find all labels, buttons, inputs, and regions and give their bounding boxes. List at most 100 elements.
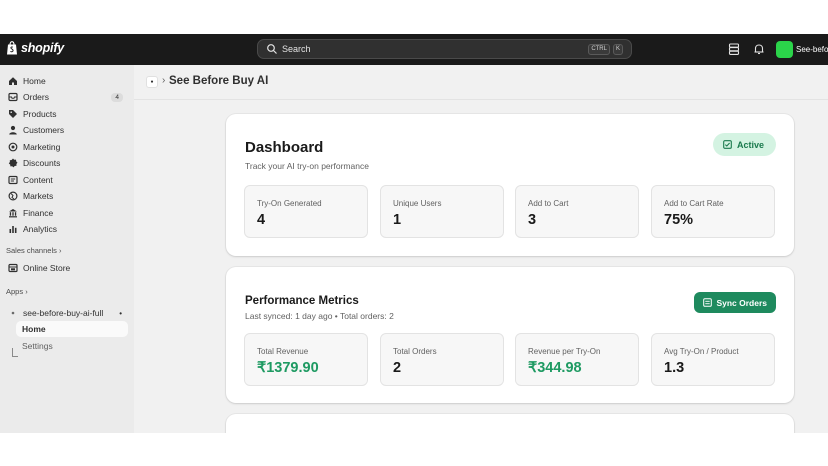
sidebar-item-label: Analytics bbox=[23, 224, 58, 234]
stat-card: Add to Cart Rate 75% bbox=[651, 185, 775, 238]
sidebar-item-label: Content bbox=[23, 175, 53, 185]
stat-value: 1.3 bbox=[664, 360, 685, 376]
breadcrumb-separator-icon: › bbox=[162, 75, 166, 86]
store-name: See-before bbox=[796, 45, 828, 54]
store-icon bbox=[8, 263, 18, 273]
stat-label: Total Revenue bbox=[257, 347, 309, 356]
stack-icon[interactable] bbox=[727, 42, 741, 56]
globe-icon bbox=[8, 191, 18, 201]
stat-card: Total Revenue ₹1379.90 bbox=[244, 333, 368, 386]
sidebar-subitem-label: Settings bbox=[22, 341, 53, 351]
sidebar-item-customers[interactable]: Customers bbox=[3, 122, 127, 138]
chart-icon bbox=[9, 226, 17, 233]
sidebar-item-orders[interactable]: Orders 4 bbox=[3, 89, 127, 105]
stat-label: Revenue per Try-On bbox=[528, 347, 601, 356]
target-icon bbox=[8, 142, 18, 152]
stat-value: ₹1379.90 bbox=[257, 360, 319, 376]
sidebar-subitem-settings[interactable]: Settings bbox=[16, 338, 128, 354]
stat-value: 1 bbox=[393, 212, 402, 228]
sidebar-item-marketing[interactable]: Marketing bbox=[3, 139, 127, 155]
sidebar-subitem-label: Home bbox=[22, 324, 46, 334]
sidebar-item-discounts[interactable]: Discounts bbox=[3, 155, 127, 171]
search-input[interactable]: Search bbox=[282, 44, 585, 54]
apps-label: Apps bbox=[6, 287, 24, 296]
sidebar-item-products[interactable]: Products bbox=[3, 106, 127, 122]
stat-card: Total Orders 2 bbox=[380, 333, 504, 386]
stat-card: Avg Try-On / Product 1.3 bbox=[651, 333, 775, 386]
bank-icon bbox=[9, 209, 17, 218]
search-icon bbox=[267, 44, 277, 54]
dashboard-subtitle: Track your AI try-on performance bbox=[245, 161, 369, 171]
sync-orders-button[interactable]: Sync Orders bbox=[694, 292, 776, 313]
dashboard-title: Dashboard bbox=[245, 139, 324, 156]
performance-card: Performance Metrics Last synced: 1 day a… bbox=[226, 267, 794, 403]
app-menu-dots-icon[interactable]: • bbox=[119, 309, 122, 318]
sidebar-item-home[interactable]: Home bbox=[3, 73, 127, 89]
person-icon bbox=[9, 125, 17, 135]
sync-icon bbox=[703, 298, 713, 307]
stat-value: 2 bbox=[393, 360, 402, 376]
shortcut-ctrl-key: CTRL bbox=[588, 43, 610, 55]
chevron-right-icon: › bbox=[25, 287, 28, 296]
chevron-right-icon: › bbox=[58, 246, 62, 255]
sidebar-item-online-store[interactable]: Online Store bbox=[3, 260, 127, 276]
sidebar-item-label: Online Store bbox=[23, 263, 71, 273]
app-icon bbox=[11, 311, 15, 315]
sidebar-item-analytics[interactable]: Analytics bbox=[3, 221, 127, 237]
sidebar-item-label: Marketing bbox=[23, 142, 61, 152]
page-title: See Before Buy AI bbox=[169, 75, 269, 87]
check-square-icon bbox=[723, 140, 732, 149]
shortcut-k-key: K bbox=[612, 43, 623, 55]
status-badge: Active bbox=[712, 133, 776, 156]
sidebar-item-label: Home bbox=[23, 76, 46, 86]
app-breadcrumb-icon[interactable]: ● bbox=[146, 76, 158, 88]
sidebar-item-finance[interactable]: Finance bbox=[3, 205, 127, 221]
sidebar: Home Orders 4 Products Customers Marketi… bbox=[0, 65, 134, 433]
discount-icon bbox=[8, 158, 18, 168]
store-menu-button[interactable]: See-before bbox=[776, 40, 828, 59]
sidebar-item-app[interactable]: see-before-buy-ai-full • bbox=[3, 305, 127, 321]
sales-channels-label: Sales channels bbox=[6, 246, 57, 255]
sales-channels-header[interactable]: Sales channels › bbox=[6, 246, 61, 255]
stat-label: Avg Try-On / Product bbox=[664, 347, 739, 356]
home-icon bbox=[9, 77, 17, 85]
next-card bbox=[226, 414, 794, 433]
stat-card: Try-On Generated 4 bbox=[244, 185, 368, 238]
stat-value: ₹344.98 bbox=[528, 360, 582, 376]
page-header: ● › See Before Buy AI bbox=[134, 65, 828, 100]
store-avatar bbox=[776, 41, 793, 58]
stat-label: Unique Users bbox=[393, 199, 442, 208]
search-bar[interactable]: Search CTRL K bbox=[257, 39, 632, 59]
tag-icon bbox=[9, 110, 17, 118]
performance-title: Performance Metrics bbox=[245, 295, 359, 307]
performance-subtitle: Last synced: 1 day ago • Total orders: 2 bbox=[245, 311, 394, 321]
orders-count-badge: 4 bbox=[111, 92, 123, 102]
main-content: ● › See Before Buy AI Dashboard Track yo… bbox=[134, 65, 828, 433]
apps-header[interactable]: Apps › bbox=[6, 287, 28, 296]
sidebar-item-label: Customers bbox=[23, 125, 65, 135]
stat-label: Total Orders bbox=[393, 347, 437, 356]
stat-label: Add to Cart Rate bbox=[664, 199, 724, 208]
app-frame: shopify Search CTRL K See-before bbox=[0, 34, 828, 433]
dashboard-card: Dashboard Track your AI try-on performan… bbox=[226, 114, 794, 256]
content-icon bbox=[8, 175, 18, 185]
sidebar-item-markets[interactable]: Markets bbox=[3, 188, 127, 204]
stat-card: Unique Users 1 bbox=[380, 185, 504, 238]
stat-value: 75% bbox=[664, 212, 694, 228]
sidebar-item-content[interactable]: Content bbox=[3, 172, 127, 188]
sidebar-item-label: Discounts bbox=[23, 158, 61, 168]
stat-card: Revenue per Try-On ₹344.98 bbox=[515, 333, 639, 386]
sidebar-item-label: Finance bbox=[23, 208, 54, 218]
stat-label: Try-On Generated bbox=[257, 199, 322, 208]
stat-label: Add to Cart bbox=[528, 199, 569, 208]
shopify-logo[interactable]: shopify bbox=[6, 41, 64, 55]
stat-value: 4 bbox=[257, 212, 266, 228]
stat-value: 3 bbox=[528, 212, 537, 228]
sidebar-item-label: Products bbox=[23, 109, 57, 119]
bell-icon[interactable] bbox=[752, 42, 766, 56]
sidebar-item-label: Markets bbox=[23, 191, 54, 201]
sidebar-subitem-home[interactable]: Home bbox=[16, 321, 128, 337]
orders-icon bbox=[8, 92, 18, 102]
top-bar: shopify Search CTRL K See-before bbox=[0, 34, 828, 65]
shopify-bag-icon bbox=[7, 41, 17, 55]
